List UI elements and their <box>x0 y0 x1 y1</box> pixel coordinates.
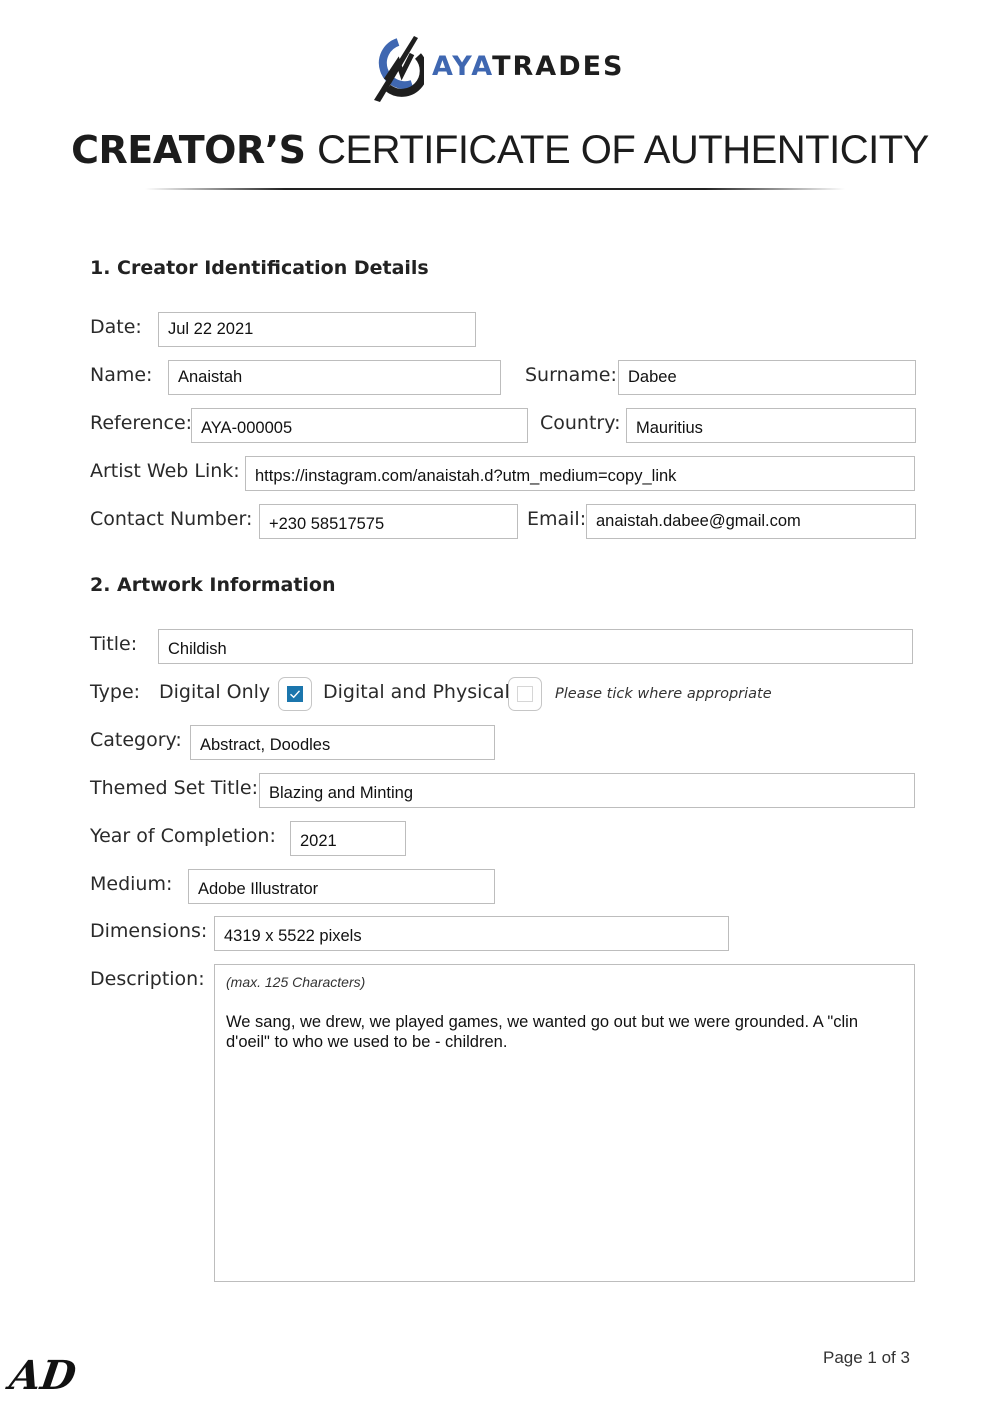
contact-number-label: Contact Number: <box>90 508 253 530</box>
dimensions-label: Dimensions: <box>90 920 208 942</box>
brand-logo: AYATRADES <box>368 34 638 104</box>
themed-set-field[interactable]: Blazing and Minting <box>259 773 915 808</box>
description-label: Description: <box>90 968 205 990</box>
document-title-light: CERTIFICATE OF AUTHENTICITY <box>317 128 929 172</box>
empty-checkbox-icon <box>517 686 533 702</box>
page-number: Page 1 of 3 <box>823 1348 910 1367</box>
reference-label: Reference: <box>90 412 193 434</box>
surname-field[interactable]: Dabee <box>618 360 916 395</box>
type-option-digital-physical-label: Digital and Physical <box>323 681 510 703</box>
name-field[interactable]: Anaistah <box>168 360 501 395</box>
artwork-title-field[interactable]: Childish <box>158 629 913 664</box>
type-hint: Please tick where appropriate <box>555 686 772 702</box>
ayatrades-arrow-logo-icon <box>374 36 424 102</box>
country-field[interactable]: Mauritius <box>626 408 916 443</box>
check-icon <box>287 686 303 702</box>
web-link-field[interactable]: https://instagram.com/anaistah.d?utm_med… <box>245 456 915 491</box>
date-label: Date: <box>90 316 142 338</box>
digital-only-checkbox[interactable] <box>278 677 312 711</box>
section-heading-creator: 1. Creator Identification Details <box>90 257 429 279</box>
digital-and-physical-checkbox[interactable] <box>508 677 542 711</box>
document-title-bold: CREATOR’S <box>71 128 306 172</box>
contact-number-field[interactable]: +230 58517575 <box>259 504 518 539</box>
category-field[interactable]: Abstract, Doodles <box>190 725 495 760</box>
document-title: CREATOR’S CERTIFICATE OF AUTHENTICITY <box>0 128 1000 173</box>
brand-name-trades: TRADES <box>492 51 625 82</box>
dimensions-field[interactable]: 4319 x 5522 pixels <box>214 916 729 951</box>
section-heading-artwork: 2. Artwork Information <box>90 574 336 596</box>
name-label: Name: <box>90 364 153 386</box>
email-field[interactable]: anaistah.dabee@gmail.com <box>586 504 916 539</box>
reference-field[interactable]: AYA-000005 <box>191 408 528 443</box>
web-link-label: Artist Web Link: <box>90 460 240 482</box>
medium-label: Medium: <box>90 873 173 895</box>
year-label: Year of Completion: <box>90 825 276 847</box>
type-label: Type: <box>90 681 141 703</box>
category-label: Category: <box>90 729 182 751</box>
brand-name: AYATRADES <box>432 51 625 82</box>
year-field[interactable]: 2021 <box>290 821 406 856</box>
description-hint: (max. 125 Characters) <box>226 974 366 990</box>
email-label: Email: <box>527 508 587 530</box>
type-option-digital-only-label: Digital Only <box>159 681 271 703</box>
country-label: Country: <box>540 412 621 434</box>
description-text: We sang, we drew, we played games, we wa… <box>226 1013 859 1051</box>
brand-name-aya: AYA <box>432 51 493 82</box>
themed-set-label: Themed Set Title: <box>90 777 258 799</box>
date-field[interactable]: Jul 22 2021 <box>158 312 476 347</box>
medium-field[interactable]: Adobe Illustrator <box>188 869 495 904</box>
surname-label: Surname: <box>525 364 617 386</box>
signature-initials: AD <box>6 1352 80 1399</box>
description-textarea[interactable]: (max. 125 Characters) We sang, we drew, … <box>214 964 915 1282</box>
title-label: Title: <box>90 633 138 655</box>
title-divider <box>145 188 845 190</box>
